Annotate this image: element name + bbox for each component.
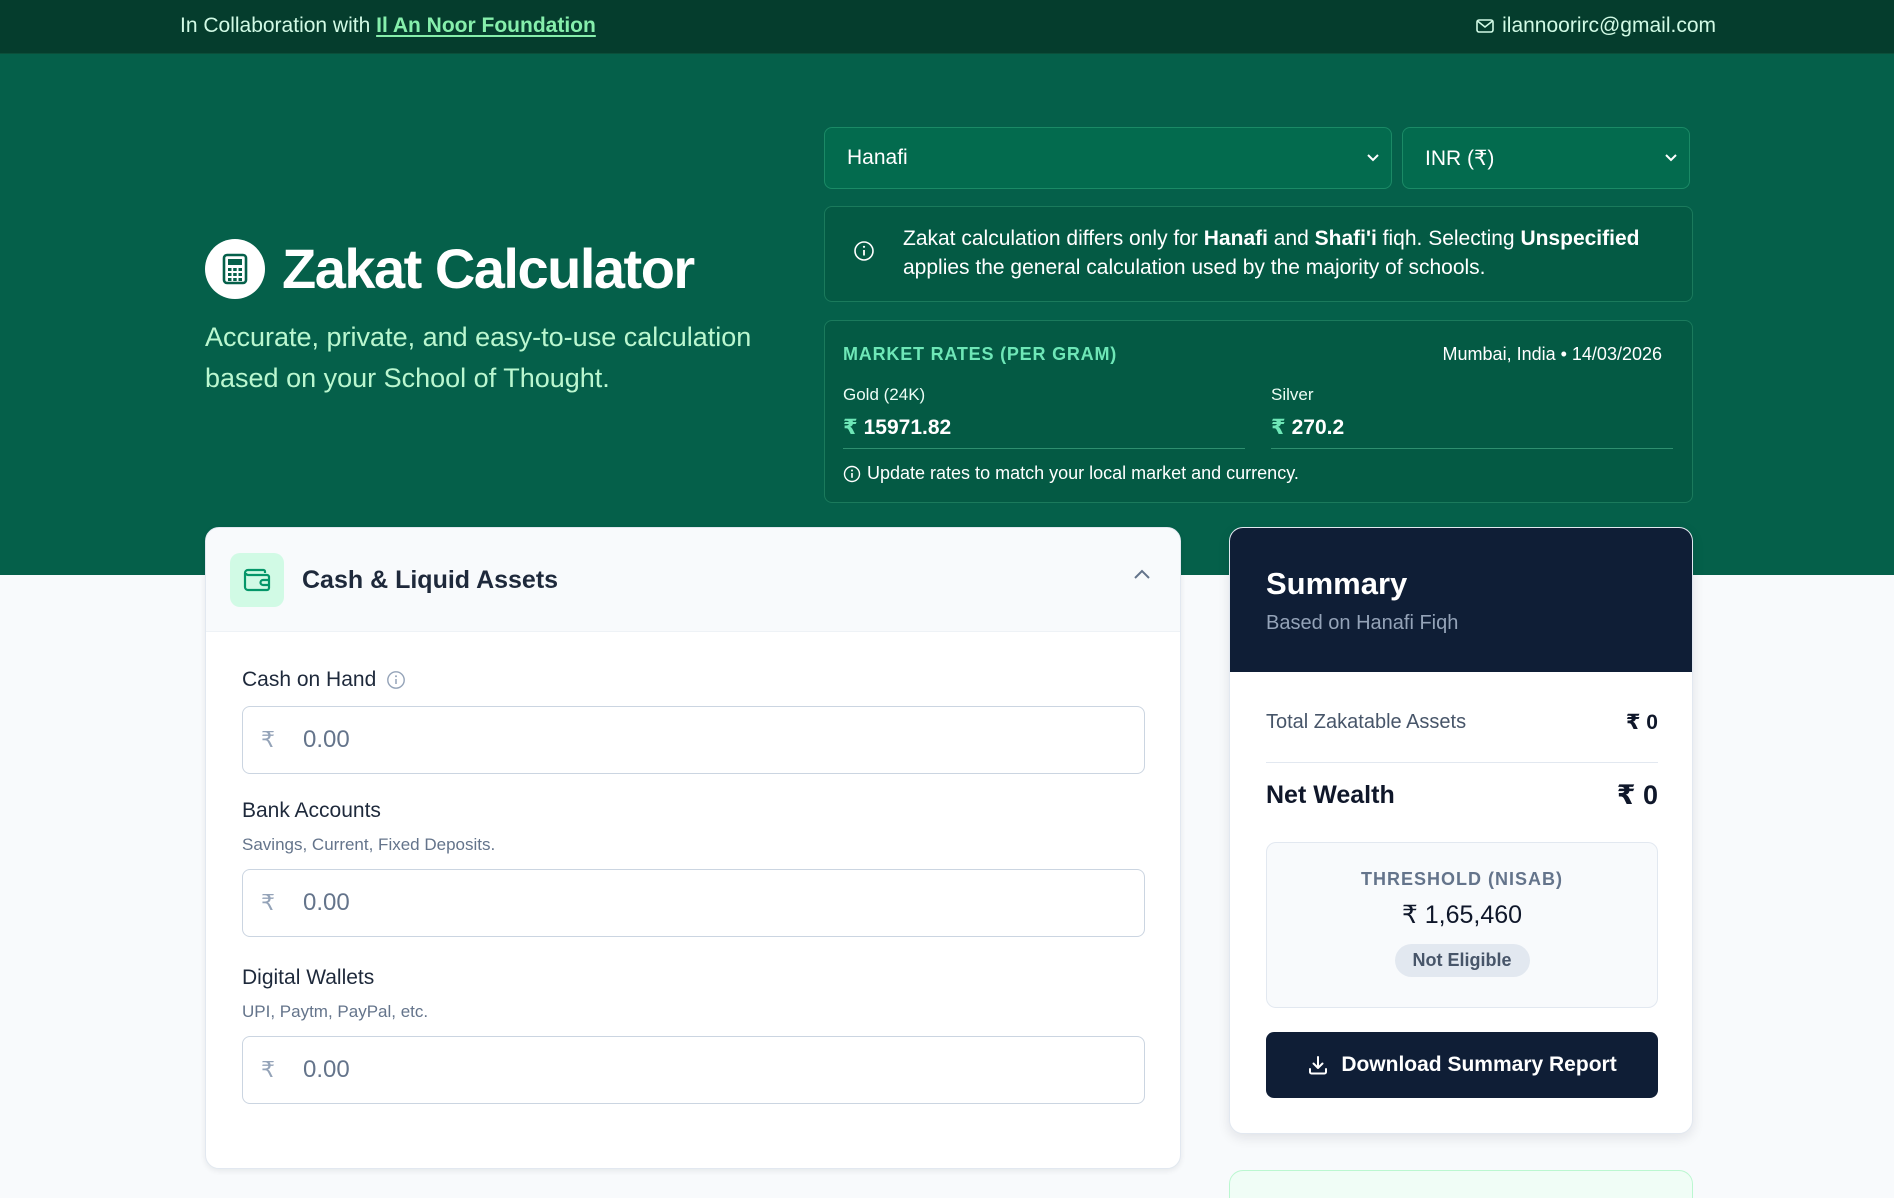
total-zakatable-assets-value: ₹ 0 bbox=[1625, 711, 1658, 734]
net-wealth-label: Net Wealth bbox=[1266, 781, 1395, 809]
nisab-label: THRESHOLD (NISAB) bbox=[1361, 869, 1563, 889]
summary-header: Summary Based on Hanafi Fiqh bbox=[1230, 528, 1692, 672]
net-wealth-value: ₹ 0 bbox=[1616, 780, 1658, 810]
info-unspecified: Unspecified bbox=[1520, 227, 1640, 250]
cash-liquid-assets-card: Cash & Liquid Assets Cash on Hand ₹ 0.00… bbox=[205, 527, 1181, 1169]
card-header[interactable]: Cash & Liquid Assets bbox=[206, 528, 1180, 632]
digital-wallets-placeholder: 0.00 bbox=[303, 1056, 350, 1083]
info-icon bbox=[843, 465, 861, 482]
chevron-up-icon[interactable] bbox=[1132, 568, 1152, 580]
info-icon bbox=[854, 241, 874, 261]
download-summary-label: Download Summary Report bbox=[1341, 1053, 1617, 1076]
gold-rate: Gold (24K) ₹15971.82 bbox=[843, 385, 1245, 449]
info-text-1: Zakat calculation differs only for bbox=[903, 227, 1204, 250]
currency-select-value: INR (₹) bbox=[1425, 146, 1495, 170]
info-text-2: and bbox=[1267, 227, 1315, 250]
nisab-threshold-box: THRESHOLD (NISAB) ₹ 1,65,460 Not Eligibl… bbox=[1266, 842, 1658, 1008]
summary-panel: Summary Based on Hanafi Fiqh Total Zakat… bbox=[1229, 527, 1693, 1134]
currency-symbol: ₹ bbox=[843, 416, 858, 439]
summary-title: Summary bbox=[1266, 566, 1408, 601]
silver-rate-label: Silver bbox=[1271, 385, 1314, 404]
digital-wallets-hint: UPI, Paytm, PayPal, etc. bbox=[242, 1002, 429, 1021]
eligibility-status-badge: Not Eligible bbox=[1394, 944, 1530, 977]
collaboration-text: In Collaboration with Il An Noor Foundat… bbox=[180, 14, 596, 38]
hero-section: Zakat Calculator Accurate, private, and … bbox=[0, 54, 1894, 575]
info-text-3: fiqh. Selecting bbox=[1376, 227, 1521, 250]
cash-on-hand-field: Cash on Hand ₹ 0.00 bbox=[242, 668, 1145, 774]
currency-select[interactable]: INR (₹) bbox=[1402, 127, 1690, 189]
bank-accounts-hint: Savings, Current, Fixed Deposits. bbox=[242, 835, 496, 854]
next-panel-card bbox=[1229, 1170, 1693, 1198]
silver-rate: Silver ₹270.2 bbox=[1271, 385, 1673, 449]
currency-symbol: ₹ bbox=[261, 727, 275, 752]
rates-note-text: Update rates to match your local market … bbox=[867, 463, 1299, 483]
summary-subtitle: Based on Hanafi Fiqh bbox=[1266, 612, 1459, 634]
bank-accounts-field: Bank Accounts Savings, Current, Fixed De… bbox=[242, 799, 1145, 937]
chevron-down-icon bbox=[1367, 154, 1379, 162]
fiqh-info-notice: Zakat calculation differs only for Hanaf… bbox=[824, 206, 1693, 302]
page-title: Zakat Calculator bbox=[282, 237, 695, 300]
market-rates-title: MARKET RATES (PER GRAM) bbox=[843, 344, 1118, 364]
foundation-link[interactable]: Il An Noor Foundation bbox=[376, 14, 596, 37]
hero-intro: Zakat Calculator Accurate, private, and … bbox=[205, 236, 805, 399]
wallet-icon bbox=[230, 553, 284, 607]
card-title: Cash & Liquid Assets bbox=[302, 566, 559, 594]
email-address[interactable]: ilannoorirc@gmail.com bbox=[1502, 14, 1716, 38]
market-rates-location-date: Mumbai, India • 14/03/2026 bbox=[1442, 344, 1662, 364]
market-rates-panel: MARKET RATES (PER GRAM) Mumbai, India • … bbox=[824, 320, 1693, 503]
currency-symbol: ₹ bbox=[1271, 416, 1286, 439]
school-of-thought-select[interactable]: Hanafi bbox=[824, 127, 1392, 189]
gold-rate-label: Gold (24K) bbox=[843, 385, 926, 404]
divider bbox=[1266, 762, 1658, 763]
cash-on-hand-label: Cash on Hand bbox=[242, 668, 1145, 692]
mail-icon bbox=[1476, 19, 1494, 33]
info-hanafi: Hanafi bbox=[1203, 227, 1268, 250]
top-bar: In Collaboration with Il An Noor Foundat… bbox=[0, 0, 1894, 54]
info-text-4: applies the general calculation used by … bbox=[903, 256, 1486, 279]
nisab-value: ₹ 1,65,460 bbox=[1401, 901, 1523, 929]
silver-rate-input[interactable]: ₹270.2 bbox=[1271, 415, 1673, 449]
net-wealth-row: Net Wealth ₹ 0 bbox=[1266, 780, 1658, 811]
currency-symbol: ₹ bbox=[261, 890, 275, 915]
school-select-value: Hanafi bbox=[847, 146, 908, 169]
gold-rate-value: 15971.82 bbox=[863, 416, 952, 439]
cash-on-hand-label-text: Cash on Hand bbox=[242, 668, 377, 691]
total-zakatable-assets-row: Total Zakatable Assets ₹ 0 bbox=[1266, 710, 1658, 735]
download-summary-button[interactable]: Download Summary Report bbox=[1266, 1032, 1658, 1098]
digital-wallets-field: Digital Wallets UPI, Paytm, PayPal, etc.… bbox=[242, 966, 1145, 1104]
calculator-icon bbox=[205, 238, 265, 299]
gold-rate-input[interactable]: ₹15971.82 bbox=[843, 415, 1245, 449]
cash-on-hand-placeholder: 0.00 bbox=[303, 726, 350, 753]
digital-wallets-label: Digital Wallets bbox=[242, 966, 375, 989]
bank-accounts-input[interactable]: ₹ 0.00 bbox=[242, 869, 1145, 937]
email-contact[interactable]: ilannoorirc@gmail.com bbox=[1476, 14, 1716, 38]
collaboration-prefix: In Collaboration with bbox=[180, 14, 371, 37]
total-zakatable-assets-label: Total Zakatable Assets bbox=[1266, 711, 1467, 733]
settings-selects: Hanafi INR (₹) bbox=[824, 127, 1690, 189]
info-icon[interactable] bbox=[386, 670, 406, 690]
bank-accounts-label: Bank Accounts bbox=[242, 799, 381, 822]
digital-wallets-input[interactable]: ₹ 0.00 bbox=[242, 1036, 1145, 1104]
chevron-down-icon bbox=[1665, 154, 1677, 162]
rates-note: Update rates to match your local market … bbox=[843, 463, 1299, 484]
cash-on-hand-input[interactable]: ₹ 0.00 bbox=[242, 706, 1145, 774]
page-subtitle: Accurate, private, and easy-to-use calcu… bbox=[205, 322, 752, 393]
bank-accounts-placeholder: 0.00 bbox=[303, 889, 350, 916]
silver-rate-value: 270.2 bbox=[1291, 416, 1345, 439]
currency-symbol: ₹ bbox=[261, 1057, 275, 1082]
info-shafii: Shafi'i bbox=[1314, 227, 1377, 250]
download-icon bbox=[1309, 1056, 1328, 1075]
